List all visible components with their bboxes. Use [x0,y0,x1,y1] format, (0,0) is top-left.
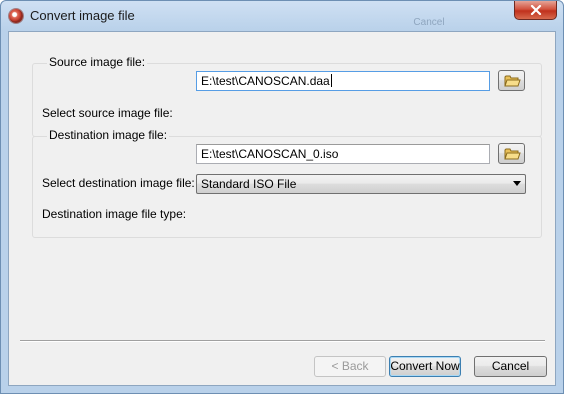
source-group-title: Source image file: [47,55,148,69]
destination-path-value: E:\test\CANOSCAN_0.iso [201,147,339,161]
source-path-value: E:\test\CANOSCAN.daa [201,74,330,88]
button-divider [20,340,545,342]
destination-select-label: Select destination image file: [42,176,195,190]
background-cancel-text: Cancel [413,17,445,28]
window-title: Convert image file [30,8,135,23]
back-button[interactable]: < Back [314,356,386,377]
dialog-body: Source image file: Select source image f… [8,31,556,386]
source-select-label: Select source image file: [42,106,173,120]
destination-browse-button[interactable] [498,143,525,164]
close-icon [530,5,542,15]
destination-type-select[interactable]: Standard ISO File [196,174,526,194]
app-disc-icon [9,9,23,23]
destination-type-value: Standard ISO File [201,177,297,191]
destination-path-input[interactable]: E:\test\CANOSCAN_0.iso [196,144,490,164]
destination-group-title: Destination image file: [47,128,170,142]
cancel-button[interactable]: Cancel [474,356,547,377]
convert-now-button[interactable]: Convert Now [389,356,461,377]
destination-type-label: Destination image file type: [42,207,187,221]
source-browse-button[interactable] [498,70,525,91]
text-caret [330,74,332,87]
folder-icon [504,148,521,160]
folder-icon [504,75,521,87]
close-button[interactable] [514,1,557,20]
source-path-input[interactable]: E:\test\CANOSCAN.daa [196,71,490,91]
convert-image-window: Convert image file Cancel Source image f… [0,0,564,394]
chevron-down-icon [513,181,521,186]
title-bar[interactable]: Convert image file Cancel [1,1,563,31]
